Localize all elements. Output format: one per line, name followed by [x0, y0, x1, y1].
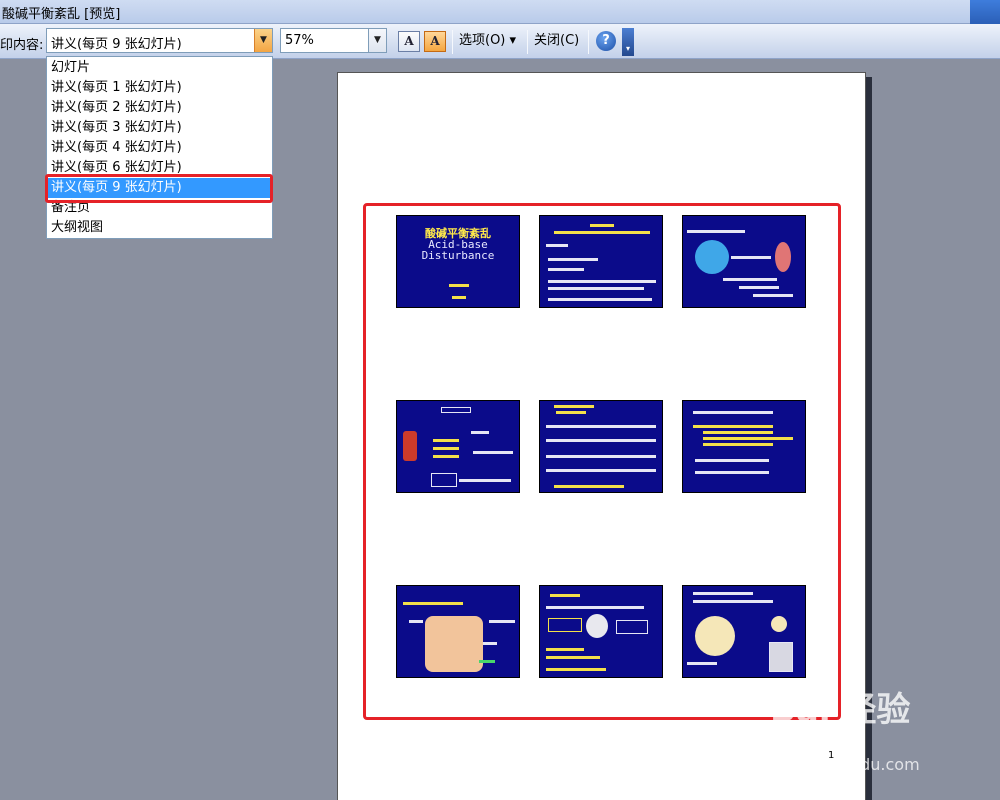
dropdown-item-handouts-1[interactable]: 讲义(每页 1 张幻灯片): [48, 78, 271, 98]
slides-highlight-box: [363, 203, 841, 720]
chevron-down-icon[interactable]: ▼: [254, 29, 272, 52]
window-controls[interactable]: [970, 0, 1000, 24]
help-icon[interactable]: ?: [596, 31, 616, 51]
toolbar-separator: [452, 30, 453, 54]
chevron-down-icon[interactable]: ▼: [368, 29, 386, 52]
dropdown-item-handouts-2[interactable]: 讲义(每页 2 张幻灯片): [48, 98, 271, 118]
baidu-watermark: Bai 经验 jingyan.baidu.com: [770, 690, 1000, 800]
portrait-orientation-icon[interactable]: A: [398, 31, 420, 52]
window-title: 酸碱平衡紊乱 [预览]: [2, 7, 121, 22]
print-content-label: 印内容:: [0, 38, 44, 53]
dropdown-item-handouts-4[interactable]: 讲义(每页 4 张幻灯片): [48, 138, 271, 158]
selected-item-highlight-box: [45, 174, 273, 203]
print-content-value: 讲义(每页 9 张幻灯片): [51, 37, 182, 52]
zoom-select[interactable]: 57% ▼: [280, 28, 387, 53]
zoom-value: 57%: [285, 33, 314, 48]
print-preview-toolbar: 印内容: 讲义(每页 9 张幻灯片) ▼ 57% ▼ A A 选项(O) ▾ 关…: [0, 24, 1000, 59]
watermark-url: jingyan.baidu.com: [772, 755, 920, 774]
toolbar-separator: [527, 30, 528, 54]
print-content-select[interactable]: 讲义(每页 9 张幻灯片) ▼: [46, 28, 273, 53]
toolbar-overflow-icon[interactable]: ▾: [622, 28, 634, 56]
dropdown-item-handouts-3[interactable]: 讲义(每页 3 张幻灯片): [48, 118, 271, 138]
dropdown-item-slides[interactable]: 幻灯片: [48, 58, 271, 78]
toolbar-separator: [588, 30, 589, 54]
landscape-orientation-icon[interactable]: A: [424, 31, 446, 52]
print-content-dropdown[interactable]: 幻灯片 讲义(每页 1 张幻灯片) 讲义(每页 2 张幻灯片) 讲义(每页 3 …: [46, 56, 273, 239]
dropdown-item-outline-view[interactable]: 大纲视图: [48, 218, 271, 238]
title-bar: 酸碱平衡紊乱 [预览]: [0, 0, 1000, 24]
close-preview-button[interactable]: 关闭(C): [534, 30, 579, 52]
watermark-logo-text: Bai 经验: [770, 690, 911, 730]
options-button[interactable]: 选项(O) ▾: [459, 30, 516, 52]
